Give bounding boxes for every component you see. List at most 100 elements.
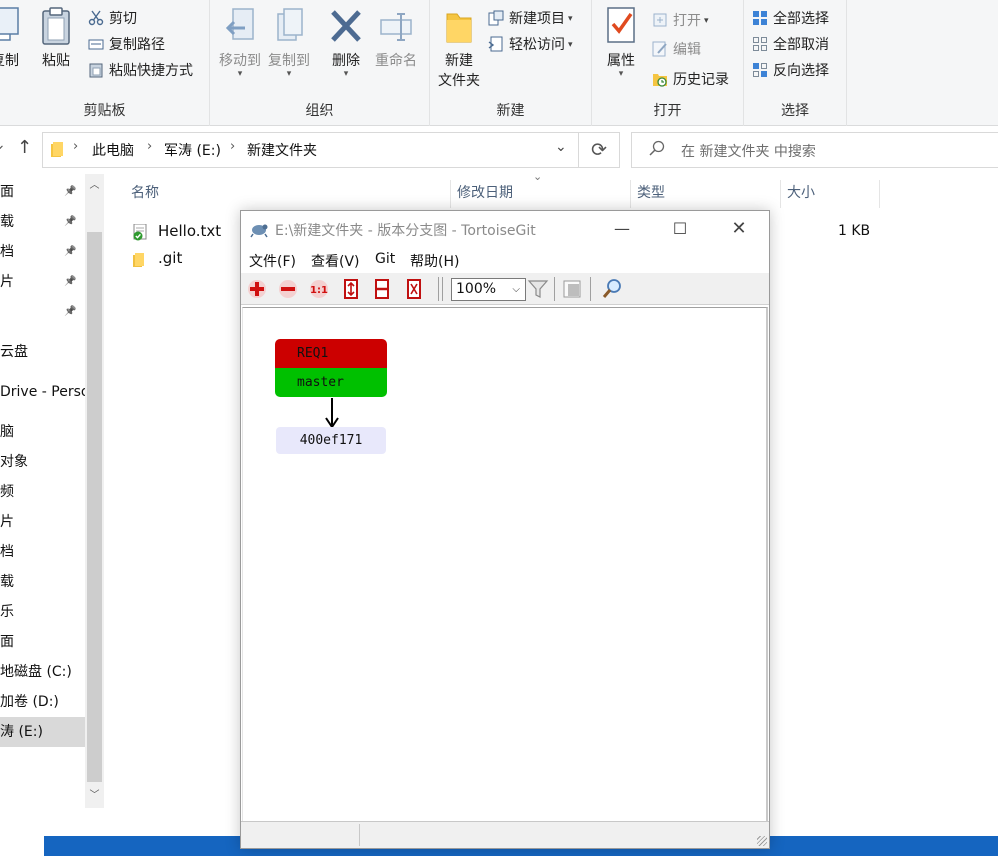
ribbon-group-organize: 移动到 ▾ 复制到 ▾ 删除 ▾ 重命名 组织 bbox=[210, 0, 430, 126]
column-divider[interactable] bbox=[630, 180, 631, 208]
copy-path-button[interactable]: 复制路径 bbox=[88, 33, 165, 57]
nav-item[interactable]: 乐 bbox=[0, 597, 85, 627]
nav-item[interactable]: 云盘 bbox=[0, 337, 85, 367]
nav-item[interactable]: 地磁盘 (C:) bbox=[0, 657, 85, 687]
minus-icon bbox=[279, 280, 297, 298]
scroll-up-arrow-icon[interactable]: ︿ bbox=[85, 176, 104, 196]
paste-shortcut-button[interactable]: 粘贴快捷方式 bbox=[88, 59, 193, 83]
delete-button[interactable]: 删除 ▾ bbox=[326, 6, 366, 79]
paste-shortcut-icon bbox=[88, 62, 104, 78]
column-header-size[interactable]: 大小 bbox=[787, 180, 815, 208]
column-divider[interactable] bbox=[450, 180, 451, 208]
nav-item[interactable]: 面 bbox=[0, 627, 85, 657]
copy-path-icon bbox=[88, 36, 104, 52]
nav-item[interactable]: Drive - Perso bbox=[0, 377, 85, 407]
rename-button[interactable]: 重命名 bbox=[372, 6, 420, 70]
nav-item[interactable]: 档 bbox=[0, 537, 85, 567]
nav-item[interactable]: 片 bbox=[0, 507, 85, 537]
move-to-label: 移动到 bbox=[219, 53, 261, 69]
nav-item[interactable]: 加卷 (D:) bbox=[0, 687, 85, 717]
nav-item[interactable]: 对象 bbox=[0, 447, 85, 477]
scroll-down-arrow-icon[interactable]: ﹀ bbox=[85, 786, 104, 806]
open-button[interactable]: 打开 ▾ bbox=[652, 9, 709, 33]
zoom-select[interactable]: 100% ⌵ bbox=[451, 278, 526, 301]
nav-item[interactable]: 涛 (E:) bbox=[0, 717, 85, 747]
filter-button[interactable] bbox=[527, 278, 549, 300]
find-button[interactable] bbox=[601, 278, 623, 300]
copy-button[interactable]: 复制 bbox=[0, 6, 22, 70]
select-none-button[interactable]: 全部取消 bbox=[752, 33, 829, 57]
breadcrumb-new-folder[interactable]: 新建文件夹 bbox=[247, 140, 317, 160]
menu-git[interactable]: Git bbox=[375, 251, 395, 267]
pin-icon[interactable]: 📌 bbox=[64, 297, 80, 327]
nav-item[interactable]: 面 📌 bbox=[0, 177, 85, 207]
ref-label-req1[interactable]: REQ1 bbox=[275, 339, 387, 368]
properties-button[interactable]: 属性 ▾ bbox=[600, 6, 642, 79]
pin-icon[interactable]: 📌 bbox=[64, 177, 80, 207]
title-bar[interactable]: E:\新建文件夹 - 版本分支图 - TortoiseGit — ☐ ✕ bbox=[241, 211, 769, 247]
file-name: .git bbox=[158, 249, 183, 267]
breadcrumb-separator-icon[interactable]: › bbox=[230, 139, 235, 154]
zoom-100-button[interactable]: 1:1 bbox=[308, 278, 330, 300]
edit-button[interactable]: 编辑 bbox=[652, 38, 701, 62]
fit-width-button[interactable] bbox=[371, 278, 393, 300]
history-button[interactable]: 历史记录 bbox=[652, 68, 729, 92]
zoom-in-button[interactable] bbox=[246, 278, 268, 300]
close-button[interactable]: ✕ bbox=[710, 211, 768, 247]
address-row: ⌄ ↑ › 此电脑 › 军涛 (E:) › 新建文件夹 ⌄ ⟳ 在 新建文件夹 … bbox=[0, 127, 998, 174]
easy-access-button[interactable]: 轻松访问 ▾ bbox=[488, 33, 573, 57]
nav-item[interactable]: 载 bbox=[0, 567, 85, 597]
new-folder-button[interactable]: 新建 文件夹 bbox=[436, 6, 482, 90]
column-divider[interactable] bbox=[879, 180, 880, 208]
menu-file[interactable]: 文件(F) bbox=[249, 251, 296, 271]
revision-graph-canvas[interactable]: REQ1 master 400ef171 bbox=[242, 307, 768, 821]
zoom-out-button[interactable] bbox=[277, 278, 299, 300]
fit-height-button[interactable] bbox=[340, 278, 362, 300]
breadcrumb-separator-icon[interactable]: › bbox=[73, 139, 78, 154]
breadcrumb-this-pc[interactable]: 此电脑 bbox=[92, 140, 134, 160]
new-item-button[interactable]: 新建项目 ▾ bbox=[488, 7, 573, 31]
fit-window-icon bbox=[407, 279, 421, 299]
pin-icon[interactable]: 📌 bbox=[64, 207, 80, 237]
up-arrow-icon[interactable]: ↑ bbox=[17, 139, 32, 157]
column-header-name[interactable]: 名称 bbox=[131, 180, 159, 208]
ref-req1-text: REQ1 bbox=[297, 346, 329, 361]
recent-locations-chevron-icon[interactable]: ⌄ bbox=[0, 137, 6, 153]
menu-help[interactable]: 帮助(H) bbox=[410, 251, 459, 271]
cut-button[interactable]: 剪切 bbox=[88, 7, 137, 31]
column-divider[interactable] bbox=[780, 180, 781, 208]
minimize-button[interactable]: — bbox=[593, 211, 651, 247]
show-overview-button[interactable] bbox=[561, 278, 583, 300]
invert-selection-button[interactable]: 反向选择 bbox=[752, 59, 829, 83]
nav-item[interactable]: 载 📌 bbox=[0, 207, 85, 237]
column-header-modified[interactable]: 修改日期 bbox=[457, 180, 513, 208]
copy-to-caret: ▾ bbox=[286, 69, 292, 79]
commit-node[interactable]: 400ef171 bbox=[276, 427, 386, 454]
nav-item-label: 频 bbox=[0, 484, 14, 500]
maximize-button[interactable]: ☐ bbox=[651, 211, 709, 247]
search-box[interactable]: 在 新建文件夹 中搜索 bbox=[631, 132, 998, 168]
copy-to-button[interactable]: 复制到 ▾ bbox=[265, 6, 313, 79]
nav-item[interactable]: 脑 bbox=[0, 417, 85, 447]
address-history-chevron-icon[interactable]: ⌄ bbox=[555, 139, 567, 155]
pin-icon[interactable]: 📌 bbox=[64, 237, 80, 267]
menu-view[interactable]: 查看(V) bbox=[311, 251, 360, 271]
nav-item[interactable]: 📌 bbox=[0, 297, 85, 327]
breadcrumb-separator-icon[interactable]: › bbox=[147, 139, 152, 154]
paste-button[interactable]: 粘贴 bbox=[38, 6, 74, 70]
refresh-button[interactable]: ⟳ bbox=[579, 132, 620, 168]
ref-label-master[interactable]: master bbox=[275, 368, 387, 397]
breadcrumb-drive-e[interactable]: 军涛 (E:) bbox=[164, 140, 221, 160]
nav-item[interactable]: 档 📌 bbox=[0, 237, 85, 267]
nav-item[interactable]: 片 📌 bbox=[0, 267, 85, 297]
scrollbar-thumb[interactable] bbox=[87, 232, 102, 782]
address-bar[interactable]: › 此电脑 › 军涛 (E:) › 新建文件夹 ⌄ bbox=[42, 132, 579, 168]
column-header-type[interactable]: 类型 bbox=[637, 180, 665, 208]
nav-item[interactable]: 频 bbox=[0, 477, 85, 507]
select-all-button[interactable]: 全部选择 bbox=[752, 7, 829, 31]
pin-icon[interactable]: 📌 bbox=[64, 267, 80, 297]
move-to-button[interactable]: 移动到 ▾ bbox=[216, 6, 264, 79]
nav-scrollbar[interactable]: ︿ ﹀ bbox=[85, 174, 104, 808]
fit-window-button[interactable] bbox=[403, 278, 425, 300]
resize-grip-icon[interactable] bbox=[757, 836, 767, 846]
